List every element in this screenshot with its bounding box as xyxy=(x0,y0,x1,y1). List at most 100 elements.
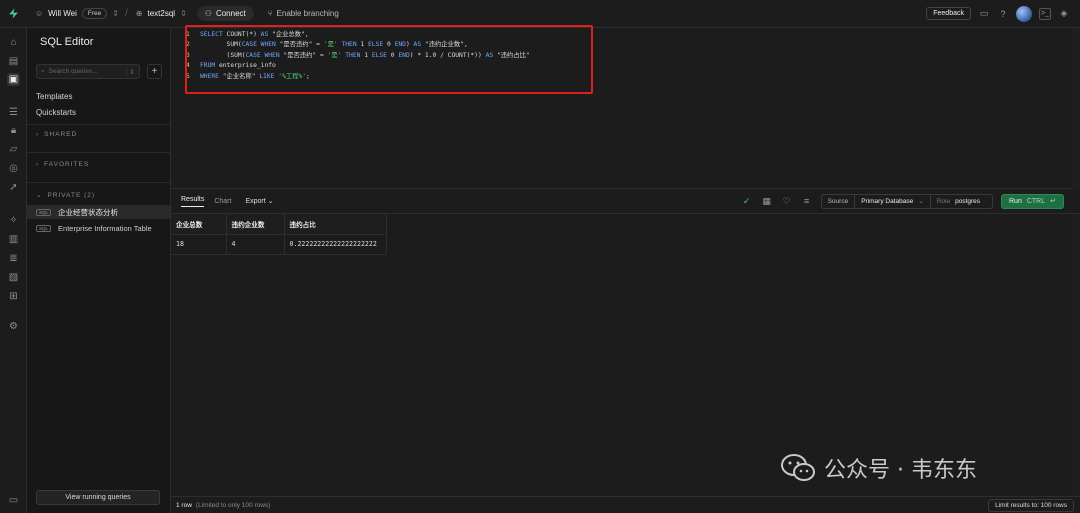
query-label: 企业经营状态分析 xyxy=(58,207,119,217)
search-placeholder: Search queries... xyxy=(48,68,98,75)
code-editor[interactable]: 1 SELECT COUNT(*) AS "企业总数", 2 SUM(CASE WH… xyxy=(171,25,1080,189)
query-label: Enterprise Information Table xyxy=(58,223,152,233)
results-scrollbar[interactable] xyxy=(1072,214,1080,496)
user-switcher[interactable]: ☺ Will Wei Free ⇕ xyxy=(35,8,119,19)
settings-icon[interactable]: ⚙ xyxy=(7,320,20,333)
watermark: 公众号 · 韦东东 xyxy=(780,452,977,484)
watermark-text: 公众号 · 韦东东 xyxy=(824,458,977,483)
role-label: Role xyxy=(936,197,951,205)
templates-link[interactable]: Templates xyxy=(36,92,72,101)
table-cell[interactable]: 0.22222222222222222222 xyxy=(284,234,387,255)
table-row: 18 4 0.22222222222222222222 xyxy=(171,234,387,255)
favorites-section[interactable]: › FAVORITES xyxy=(36,161,89,168)
database-select[interactable]: Primary Database ⌄ xyxy=(855,194,931,208)
project-name: text2sql xyxy=(147,9,176,18)
sidebar-title: SQL Editor xyxy=(40,36,94,48)
results-table: 企业总数 违约企业数 违约占比 18 4 0.22222222222222222… xyxy=(171,214,387,255)
column-header[interactable]: 企业总数 xyxy=(171,214,227,235)
reports-icon[interactable]: ▥ xyxy=(7,233,20,246)
avatar[interactable] xyxy=(1016,5,1032,22)
auth-icon[interactable]: 🔒︎ xyxy=(7,124,20,137)
results-toolbar: Results Chart Export ⌄ ✓ ▦ ♡ ≡ Source Pr… xyxy=(171,189,1080,214)
feedback-button[interactable]: Feedback xyxy=(926,7,971,20)
column-header[interactable]: 违约企业数 xyxy=(226,214,285,235)
supabase-logo-icon[interactable] xyxy=(0,8,27,19)
logs-icon[interactable]: ≣ xyxy=(7,252,20,265)
favorites-label: FAVORITES xyxy=(44,161,90,168)
storage-icon[interactable]: ▱ xyxy=(7,143,20,156)
enable-branching-button[interactable]: ⑂ Enable branching xyxy=(268,9,339,18)
export-label: Export xyxy=(245,198,266,205)
export-dropdown[interactable]: Export ⌄ xyxy=(245,197,273,205)
editor-scrollbar[interactable] xyxy=(1072,28,1080,189)
search-input[interactable]: ⌕ Search queries... ⇕ xyxy=(36,64,140,79)
project-switcher[interactable]: ⊕ text2sql ⇕ xyxy=(136,9,187,18)
divider xyxy=(27,124,171,125)
run-label: Run xyxy=(1009,197,1022,205)
tab-chart[interactable]: Chart xyxy=(214,198,231,205)
sql-file-icon: SQL xyxy=(36,224,52,232)
role-select[interactable]: postgres xyxy=(953,195,992,208)
table-cell[interactable]: 4 xyxy=(226,234,285,255)
shared-section[interactable]: › SHARED xyxy=(36,131,77,138)
user-icon: ☺ xyxy=(35,9,44,18)
branching-label: Enable branching xyxy=(276,9,339,18)
favorite-icon[interactable]: ♡ xyxy=(781,195,793,207)
new-query-button[interactable]: + xyxy=(147,64,162,79)
source-label: Source xyxy=(822,194,856,208)
limit-note: (Limited to only 100 rows) xyxy=(195,501,271,509)
database-selector[interactable]: Source Primary Database ⌄ Role postgres xyxy=(820,193,993,209)
chevron-down-icon: ⌄ xyxy=(918,198,924,205)
plan-badge: Free xyxy=(81,8,108,19)
integrations-icon[interactable]: ⊞ xyxy=(7,290,20,303)
chevron-updown-icon: ⇕ xyxy=(180,9,187,18)
highlight-box xyxy=(185,25,593,94)
assistant-icon[interactable]: ◈ xyxy=(1058,8,1070,20)
connect-button[interactable]: ⚇ Connect xyxy=(196,6,254,21)
private-label: PRIVATE (2) xyxy=(47,191,96,199)
branch-icon: ⑂ xyxy=(267,9,273,18)
sql-sidebar: SQL Editor ⌕ Search queries... ⇕ + Templ… xyxy=(27,28,171,513)
sql-file-icon: SQL xyxy=(36,208,52,216)
list-item[interactable]: SQL 企业经营状态分析 xyxy=(27,205,170,219)
nav-rail: ⌂ ▤ ▣ ☰ 🔒︎ ▱ ◎ ➚ ✧ ▥ ≣ ▧ ⊞ ⚙ ▭ xyxy=(0,28,27,513)
database-icon[interactable]: ☰ xyxy=(7,106,20,119)
enter-icon: ↵ xyxy=(1050,198,1056,205)
keyboard-icon[interactable]: ▦ xyxy=(761,195,773,207)
private-section[interactable]: ⌄ PRIVATE (2) xyxy=(36,191,96,200)
help-icon[interactable]: ? xyxy=(997,8,1009,20)
inbox-icon[interactable]: ▭ xyxy=(978,8,990,20)
list-item[interactable]: SQL Enterprise Information Table xyxy=(27,221,170,235)
divider xyxy=(27,182,171,183)
edge-functions-icon[interactable]: ➚ xyxy=(7,181,20,194)
home-icon[interactable]: ⌂ xyxy=(7,36,20,49)
terminal-icon[interactable]: >_ xyxy=(1039,7,1051,20)
quickstarts-link[interactable]: Quickstarts xyxy=(36,108,76,117)
view-running-queries-button[interactable]: View running queries xyxy=(36,490,160,505)
tab-results[interactable]: Results xyxy=(181,196,205,207)
check-icon[interactable]: ✓ xyxy=(741,195,753,207)
wechat-icon xyxy=(780,453,816,483)
sql-editor-icon[interactable]: ▣ xyxy=(7,73,20,86)
format-icon[interactable]: ≡ xyxy=(801,195,813,207)
filter-icon[interactable]: ⇕ xyxy=(125,67,135,76)
docs-icon[interactable]: ▧ xyxy=(7,271,20,284)
table-cell[interactable]: 18 xyxy=(171,234,227,255)
row-count: 1 row xyxy=(176,501,192,509)
advisors-icon[interactable]: ✧ xyxy=(7,214,20,227)
status-bar: 1 row (Limited to only 100 rows) Limit r… xyxy=(171,496,1080,513)
collapse-icon[interactable]: ▭ xyxy=(7,494,20,507)
chevron-updown-icon: ⇕ xyxy=(112,9,119,18)
run-shortcut: CTRL xyxy=(1026,197,1046,205)
realtime-icon[interactable]: ◎ xyxy=(7,162,20,175)
limit-results-button[interactable]: Limit results to: 100 rows xyxy=(988,498,1074,512)
user-name: Will Wei xyxy=(48,9,77,18)
search-icon: ⌕ xyxy=(41,67,45,75)
table-editor-icon[interactable]: ▤ xyxy=(7,55,20,68)
connect-label: Connect xyxy=(215,9,246,18)
chevron-down-icon: ⌄ xyxy=(267,198,274,205)
run-button[interactable]: Run CTRL ↵ xyxy=(1001,193,1064,209)
table-header-row: 企业总数 违约企业数 违约占比 xyxy=(171,214,387,235)
column-header[interactable]: 违约占比 xyxy=(284,214,387,235)
plug-icon: ⚇ xyxy=(204,9,212,18)
